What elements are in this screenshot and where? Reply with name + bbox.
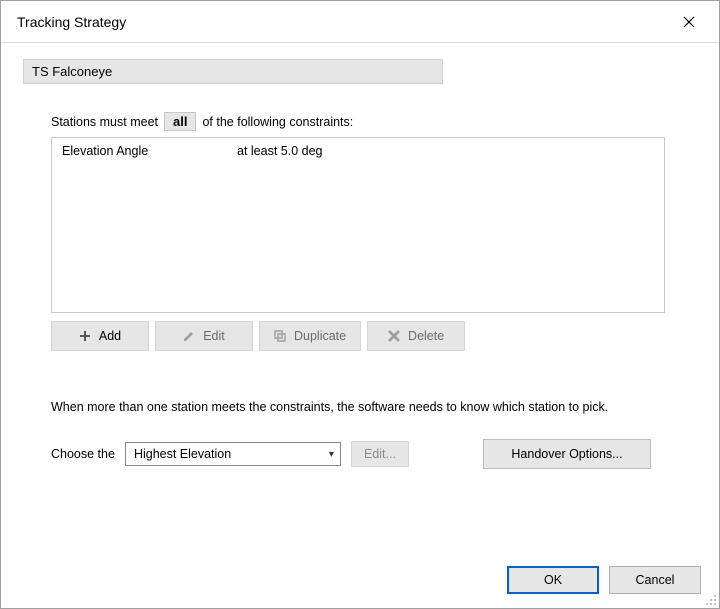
tracking-strategy-dialog: Tracking Strategy TS Falconeye Stations … [0,0,720,609]
cancel-label: Cancel [636,573,675,587]
window-title: Tracking Strategy [17,14,667,30]
pick-edit-label: Edit... [364,447,396,461]
delete-button[interactable]: Delete [367,321,465,351]
pick-explanation: When more than one station meets the con… [51,397,611,417]
duplicate-icon [274,330,286,342]
ok-button[interactable]: OK [507,566,599,594]
resize-grip-icon [703,592,717,606]
add-button[interactable]: Add [51,321,149,351]
duplicate-label: Duplicate [294,329,346,343]
constraints-toolbar: Add Edit Duplicate [51,321,697,351]
close-button[interactable] [667,7,711,37]
pick-mode-value: Highest Elevation [134,447,231,461]
edit-button[interactable]: Edit [155,321,253,351]
plus-icon [79,330,91,342]
dialog-content: TS Falconeye Stations must meet all of t… [1,43,719,608]
constraints-list[interactable]: Elevation Angle at least 5.0 deg [51,137,665,313]
constraints-header: Stations must meet all of the following … [51,112,697,131]
delete-label: Delete [408,329,444,343]
constraints-suffix: of the following constraints: [202,115,353,129]
handover-options-button[interactable]: Handover Options... [483,439,651,469]
constraint-label: Elevation Angle [62,144,237,158]
ok-label: OK [544,573,562,587]
pencil-icon [183,330,195,342]
choose-label: Choose the [51,447,115,461]
duplicate-button[interactable]: Duplicate [259,321,361,351]
chevron-down-icon: ▾ [329,449,334,460]
handover-label: Handover Options... [511,447,622,461]
strategy-name-field[interactable]: TS Falconeye [23,59,443,84]
constraints-prefix: Stations must meet [51,115,158,129]
constraint-condition: at least 5.0 deg [237,144,322,158]
delete-icon [388,330,400,342]
pick-mode-select[interactable]: Highest Elevation ▾ [125,442,341,466]
edit-label: Edit [203,329,225,343]
pick-section: When more than one station meets the con… [51,397,651,469]
pick-row: Choose the Highest Elevation ▾ Edit... H… [51,439,651,469]
constraints-section: Stations must meet all of the following … [51,112,697,351]
close-icon [683,16,695,28]
titlebar: Tracking Strategy [1,1,719,43]
constraints-qualifier[interactable]: all [164,112,196,131]
cancel-button[interactable]: Cancel [609,566,701,594]
list-item[interactable]: Elevation Angle at least 5.0 deg [62,144,654,158]
dialog-footer: OK Cancel [507,566,701,594]
add-label: Add [99,329,121,343]
pick-edit-button[interactable]: Edit... [351,441,409,467]
